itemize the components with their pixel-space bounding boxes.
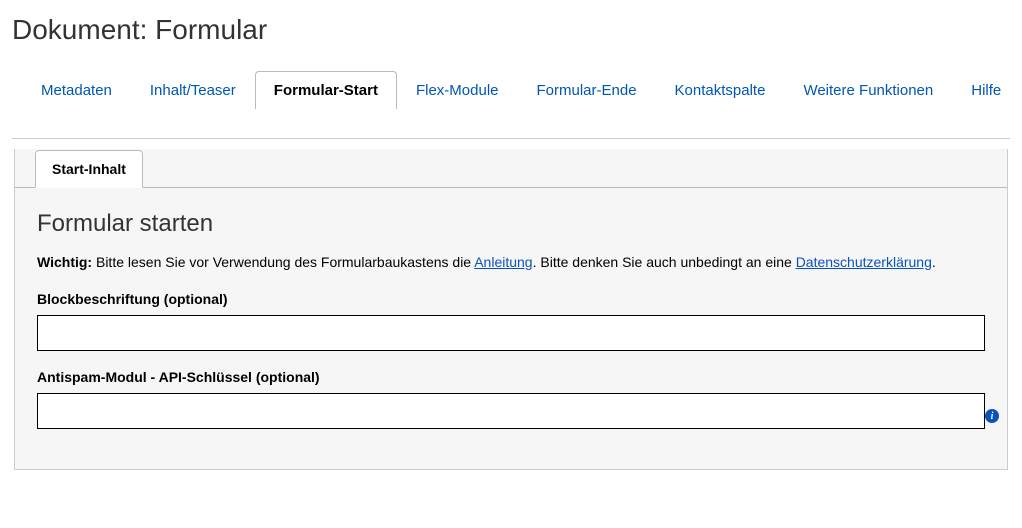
tab-hilfe[interactable]: Hilfe	[952, 71, 1020, 109]
tab-divider	[12, 138, 1010, 139]
tab-formular-ende[interactable]: Formular-Ende	[518, 71, 656, 109]
input-antispam[interactable]	[37, 393, 985, 429]
page-title: Dokument: Formular	[12, 14, 1010, 46]
tab-weitere-funktionen[interactable]: Weitere Funktionen	[784, 71, 952, 109]
sub-tab-bar: Start-Inhalt	[15, 149, 1007, 188]
tab-kontaktspalte[interactable]: Kontaktspalte	[656, 71, 785, 109]
input-blockbeschriftung[interactable]	[37, 315, 985, 351]
notice-text: Wichtig: Bitte lesen Sie vor Verwendung …	[37, 252, 985, 273]
tab-flex-module[interactable]: Flex-Module	[397, 71, 518, 109]
tab-metadaten[interactable]: Metadaten	[22, 71, 131, 109]
link-anleitung[interactable]: Anleitung	[474, 254, 532, 270]
field-antispam: Antispam-Modul - API-Schlüssel (optional…	[37, 369, 985, 429]
tab-formular-start[interactable]: Formular-Start	[255, 71, 397, 109]
link-datenschutz[interactable]: Datenschutzerklärung	[796, 254, 932, 270]
notice-part1: Bitte lesen Sie vor Verwendung des Formu…	[92, 254, 474, 270]
notice-part3: .	[932, 254, 936, 270]
tab-inhalt-teaser[interactable]: Inhalt/Teaser	[131, 71, 255, 109]
notice-part2: . Bitte denken Sie auch unbedingt an ein…	[533, 254, 796, 270]
label-blockbeschriftung: Blockbeschriftung (optional)	[37, 291, 985, 307]
sub-tab-start-inhalt[interactable]: Start-Inhalt	[35, 150, 143, 188]
info-icon[interactable]: i	[985, 409, 999, 423]
notice-strong: Wichtig:	[37, 254, 92, 270]
label-antispam: Antispam-Modul - API-Schlüssel (optional…	[37, 369, 985, 385]
field-blockbeschriftung: Blockbeschriftung (optional)	[37, 291, 985, 351]
section-title: Formular starten	[37, 210, 985, 238]
main-tab-bar: Metadaten Inhalt/Teaser Formular-Start F…	[12, 70, 1010, 108]
content-panel: Start-Inhalt Formular starten Wichtig: B…	[14, 149, 1008, 470]
